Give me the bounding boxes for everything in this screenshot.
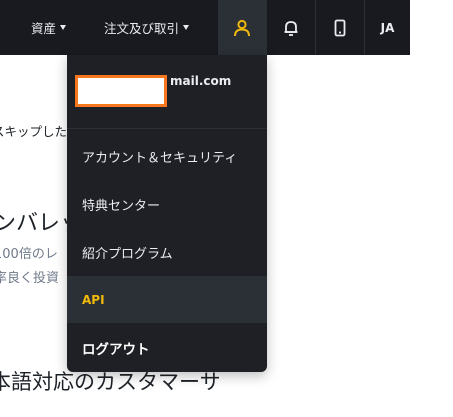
menu-item-api[interactable]: API bbox=[67, 276, 267, 323]
notifications-button[interactable] bbox=[267, 0, 315, 55]
skip-text: スキップした bbox=[0, 124, 68, 139]
page: スキップした ンバレッ 100倍のレ 率良く投資 本語対応のカスタマーサ 資産 … bbox=[0, 0, 453, 417]
menu-divider bbox=[67, 128, 267, 129]
nav-assets-menu[interactable]: 資産 bbox=[31, 0, 67, 55]
language-label: JA bbox=[380, 20, 395, 35]
download-app-button[interactable] bbox=[316, 0, 364, 55]
bell-icon bbox=[284, 20, 298, 36]
caret-down-icon bbox=[60, 25, 67, 30]
menu-item-rewards-center[interactable]: 特典センター bbox=[67, 181, 267, 228]
phone-icon bbox=[334, 19, 346, 36]
menu-item-referral[interactable]: 紹介プログラム bbox=[67, 229, 267, 276]
leverage-text-line1: 100倍のレ bbox=[0, 247, 58, 262]
leverage-text-line2: 率良く投資 bbox=[0, 271, 60, 286]
email-redaction-box bbox=[75, 75, 167, 107]
account-email: mail.com bbox=[170, 74, 232, 88]
nav-assets-label: 資産 bbox=[31, 21, 57, 36]
menu-item-logout[interactable]: ログアウト bbox=[67, 324, 267, 371]
user-dropdown-menu: mail.com アカウント＆セキュリティ 特典センター 紹介プログラム API… bbox=[67, 55, 267, 372]
user-icon bbox=[234, 19, 250, 36]
nav-orders-menu[interactable]: 注文及び取引 bbox=[104, 0, 190, 55]
nav-orders-label: 注文及び取引 bbox=[104, 21, 180, 36]
language-selector[interactable]: JA bbox=[365, 0, 410, 55]
caret-down-icon bbox=[183, 25, 190, 30]
account-email-row: mail.com bbox=[67, 55, 267, 115]
user-menu-button[interactable] bbox=[218, 0, 266, 55]
menu-item-account-security[interactable]: アカウント＆セキュリティ bbox=[67, 133, 267, 180]
top-navbar: 資産 注文及び取引 JA bbox=[0, 0, 410, 55]
